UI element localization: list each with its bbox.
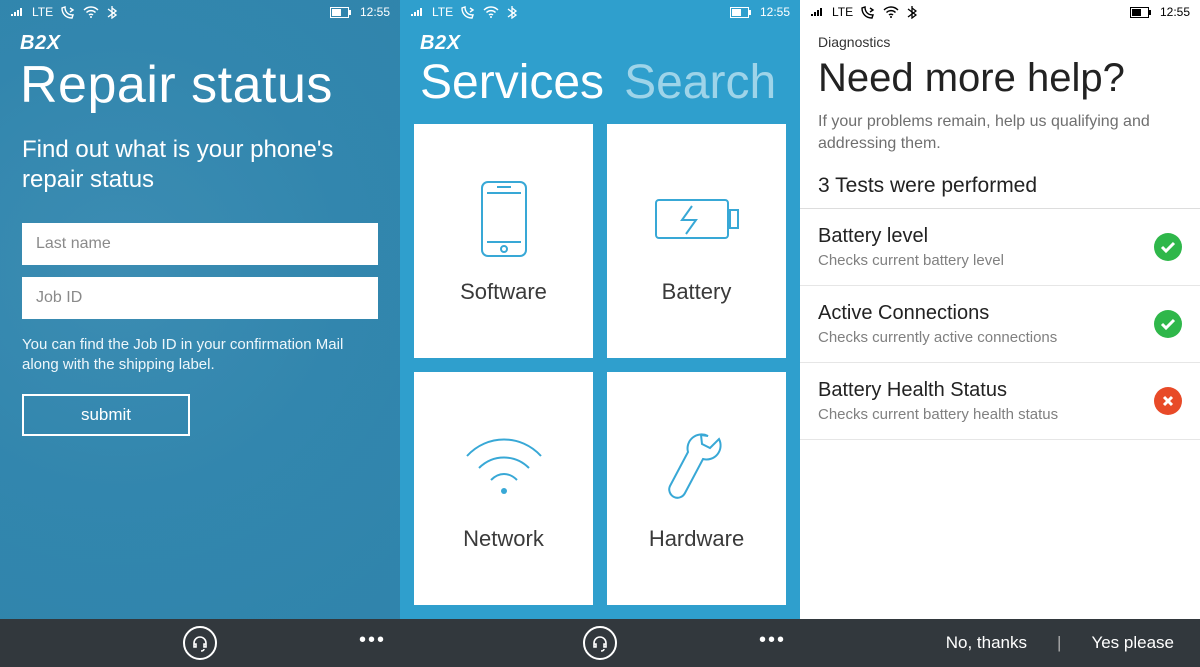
lastname-input[interactable] (22, 223, 378, 265)
battery-icon (330, 7, 352, 18)
signal-icon (810, 7, 824, 17)
app-bar: ••• (400, 619, 800, 667)
battery-charging-icon (652, 177, 742, 261)
network-label: LTE (32, 5, 53, 19)
breadcrumb: Diagnostics (818, 34, 1182, 50)
wifi-icon (883, 6, 899, 18)
check-circle-icon (1154, 310, 1182, 338)
jobid-hint: You can find the Job ID in your confirma… (0, 325, 400, 394)
screen-diagnostics: LTE 12:55 Diagnostics Need more help? If… (800, 0, 1200, 667)
phone-icon (477, 177, 531, 261)
tile-label: Network (463, 526, 544, 552)
call-forward-icon (461, 5, 475, 19)
wifi-icon (459, 424, 549, 508)
wifi-icon (483, 6, 499, 18)
call-forward-icon (861, 5, 875, 19)
tile-hardware[interactable]: Hardware (607, 372, 786, 606)
x-circle-icon (1154, 387, 1182, 415)
more-button[interactable]: ••• (759, 629, 786, 652)
page-title: Repair status (0, 55, 400, 135)
check-circle-icon (1154, 233, 1182, 261)
network-label: LTE (432, 5, 453, 19)
test-row[interactable]: Battery level Checks current battery lev… (800, 209, 1200, 286)
no-thanks-button[interactable]: No, thanks (946, 633, 1027, 653)
tile-software[interactable]: Software (414, 124, 593, 358)
test-desc: Checks current battery level (818, 252, 1004, 269)
app-bar: ••• (0, 619, 400, 667)
support-button[interactable] (183, 626, 217, 660)
wrench-icon (662, 424, 732, 508)
test-desc: Checks currently active connections (818, 329, 1057, 346)
page-subtitle: Find out what is your phone's repair sta… (0, 135, 400, 217)
divider: | (1057, 633, 1061, 653)
pivot-tabs: Services Search (400, 55, 800, 120)
bluetooth-icon (907, 5, 917, 19)
test-row[interactable]: Active Connections Checks currently acti… (800, 286, 1200, 363)
status-bar: LTE 12:55 (800, 0, 1200, 24)
tile-network[interactable]: Network (414, 372, 593, 606)
tests-summary: 3 Tests were performed (800, 174, 1200, 209)
test-desc: Checks current battery health status (818, 406, 1058, 423)
tile-battery[interactable]: Battery (607, 124, 786, 358)
signal-icon (10, 7, 24, 17)
bluetooth-icon (107, 5, 117, 19)
tab-search[interactable]: Search (624, 55, 776, 110)
network-label: LTE (832, 5, 853, 19)
clock-label: 12:55 (360, 5, 390, 19)
status-bar: LTE 12:55 (0, 0, 400, 24)
test-title: Battery level (818, 225, 1004, 248)
battery-icon (1130, 7, 1152, 18)
submit-button[interactable]: submit (22, 394, 190, 436)
bluetooth-icon (507, 5, 517, 19)
test-row[interactable]: Battery Health Status Checks current bat… (800, 363, 1200, 440)
brand-logo: B2X (400, 24, 800, 55)
tile-label: Software (460, 279, 547, 305)
page-title: Need more help? (818, 50, 1182, 111)
jobid-input[interactable] (22, 277, 378, 319)
brand-logo: B2X (0, 24, 400, 55)
page-lead: If your problems remain, help us qualify… (818, 111, 1182, 174)
signal-icon (410, 7, 424, 17)
screen-services: LTE 12:55 B2X Services Search Software (400, 0, 800, 667)
clock-label: 12:55 (1160, 5, 1190, 19)
tile-label: Battery (662, 279, 732, 305)
action-bar: No, thanks | Yes please (800, 619, 1200, 667)
tab-services[interactable]: Services (420, 55, 604, 110)
tile-label: Hardware (649, 526, 744, 552)
screen-repair-status: LTE 12:55 B2X Repair status Find out wha… (0, 0, 400, 667)
wifi-icon (83, 6, 99, 18)
clock-label: 12:55 (760, 5, 790, 19)
call-forward-icon (61, 5, 75, 19)
status-bar: LTE 12:55 (400, 0, 800, 24)
test-title: Active Connections (818, 302, 1057, 325)
test-title: Battery Health Status (818, 379, 1058, 402)
battery-icon (730, 7, 752, 18)
support-button[interactable] (583, 626, 617, 660)
yes-please-button[interactable]: Yes please (1091, 633, 1174, 653)
more-button[interactable]: ••• (359, 629, 386, 652)
